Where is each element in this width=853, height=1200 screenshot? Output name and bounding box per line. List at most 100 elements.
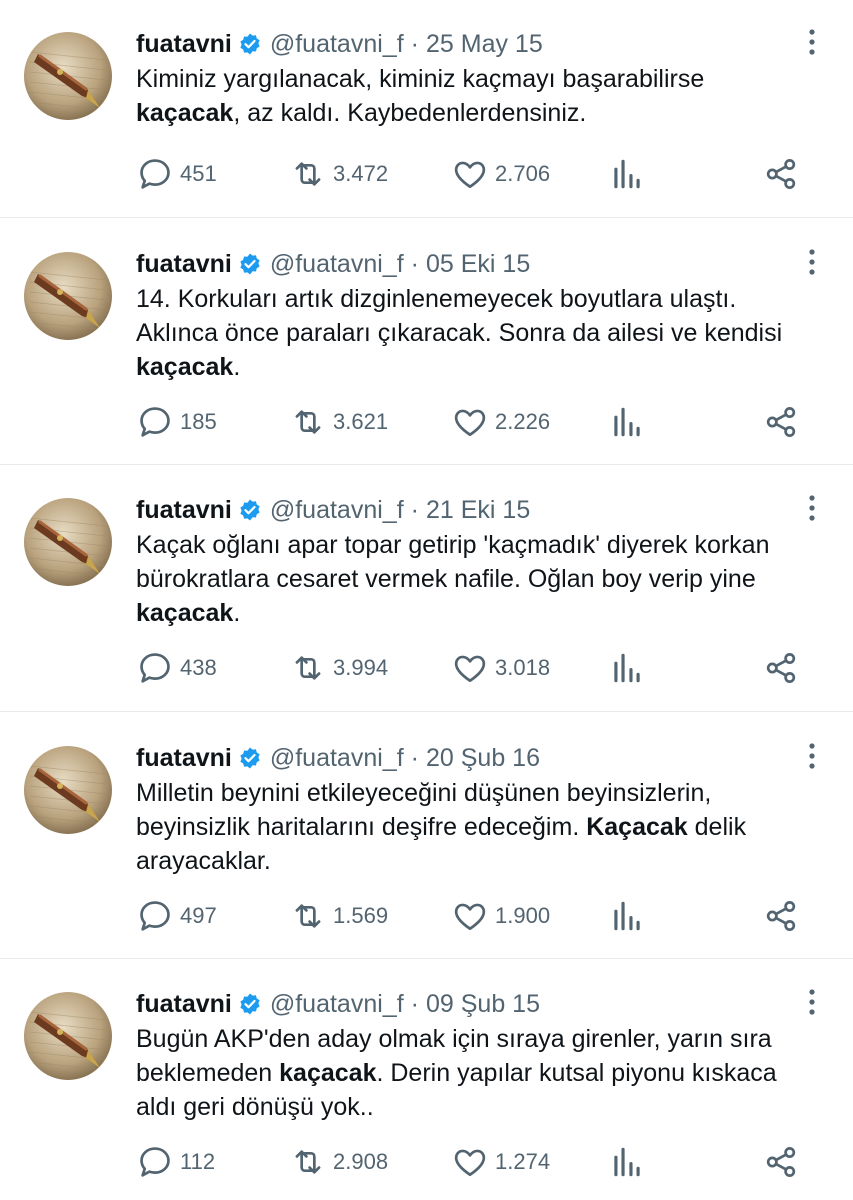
tweet-date[interactable]: 05 Eki 15	[426, 250, 530, 279]
tweet-feed: fuatavni @fuatavni_f · 25 May 15 Kiminiz yar…	[0, 0, 853, 1200]
verified-badge-icon	[240, 747, 260, 769]
text-segment: .	[233, 353, 241, 381]
share-button[interactable]	[762, 402, 806, 442]
reply-button[interactable]: 451	[136, 154, 217, 194]
author-name[interactable]: fuatavni	[136, 990, 232, 1019]
like-button-count: 1.274	[495, 1149, 551, 1174]
author-handle[interactable]: @fuatavni_f	[270, 744, 404, 773]
like-button[interactable]: 3.018	[451, 648, 550, 688]
tweet-date[interactable]: 09 Şub 15	[426, 990, 540, 1019]
tweet-text: Kaçak oğlanı apar topar getirip 'kaçmadı…	[136, 528, 826, 630]
reply-button-count: 451	[180, 161, 217, 186]
views-button[interactable]	[608, 1142, 652, 1182]
like-button[interactable]: 2.226	[451, 402, 550, 442]
like-icon	[454, 409, 486, 437]
avatar[interactable]	[24, 498, 112, 586]
like-button-count: 2.706	[495, 161, 551, 186]
tweet[interactable]: fuatavni @fuatavni_f · 05 Eki 15 14. Korkula…	[0, 238, 853, 438]
retweet-button[interactable]: 3.472	[289, 154, 388, 194]
share-icon	[766, 901, 796, 931]
like-icon	[454, 903, 486, 931]
more-icon[interactable]	[807, 494, 817, 524]
retweet-button-count: 3.472	[333, 161, 389, 186]
author-handle[interactable]: @fuatavni_f	[270, 30, 404, 59]
reply-icon	[140, 653, 170, 683]
tweet-text-line: beklemeden kaçacak. Derin yapılar kutsal…	[136, 1056, 826, 1090]
like-button[interactable]: 2.706	[451, 154, 550, 194]
tweet-actions: 438 3.994 3.018	[136, 648, 806, 688]
highlighted-keyword: Kaçacak	[586, 813, 688, 841]
share-icon	[766, 407, 796, 437]
avatar[interactable]	[24, 252, 112, 340]
avatar[interactable]	[24, 746, 112, 834]
text-segment: Kiminiz yargılanacak, kiminiz kaçmayı ba…	[136, 65, 705, 93]
text-segment: Bugün AKP'den aday olmak için sıraya gir…	[136, 1025, 772, 1053]
more-icon[interactable]	[807, 28, 817, 58]
text-segment: . Derin yapılar kutsal piyonu kıskaca	[376, 1059, 777, 1087]
separator-dot: ·	[410, 743, 419, 772]
author-name[interactable]: fuatavni	[136, 496, 232, 525]
reply-icon	[140, 407, 170, 437]
author-name[interactable]: fuatavni	[136, 250, 232, 279]
separator-dot: ·	[410, 29, 419, 58]
tweet-header: fuatavni @fuatavni_f · 09 Şub 15	[136, 988, 540, 1020]
tweet-text-line: Kiminiz yargılanacak, kiminiz kaçmayı ba…	[136, 62, 826, 96]
tweet-text-line: kaçacak.	[136, 596, 826, 630]
tweet-actions: 112 2.908 1.274	[136, 1142, 806, 1182]
tweet-text-line: arayacaklar.	[136, 844, 826, 878]
views-icon	[614, 407, 640, 437]
more-icon[interactable]	[807, 988, 817, 1018]
avatar[interactable]	[24, 32, 112, 120]
author-handle[interactable]: @fuatavni_f	[270, 250, 404, 279]
tweet[interactable]: fuatavni @fuatavni_f · 09 Şub 15 Bugün AKP'd…	[0, 978, 853, 1178]
verified-badge-icon	[240, 33, 260, 55]
share-button[interactable]	[762, 154, 806, 194]
like-button[interactable]: 1.900	[451, 896, 550, 936]
tweet-date[interactable]: 20 Şub 16	[426, 744, 540, 773]
divider	[0, 958, 853, 959]
views-button[interactable]	[608, 896, 652, 936]
tweet-date[interactable]: 25 May 15	[426, 30, 543, 59]
tweet[interactable]: fuatavni @fuatavni_f · 25 May 15 Kiminiz yar…	[0, 18, 853, 218]
reply-button[interactable]: 438	[136, 648, 217, 688]
like-button-count: 1.900	[495, 903, 551, 928]
like-button[interactable]: 1.274	[451, 1142, 550, 1182]
retweet-button[interactable]: 1.569	[289, 896, 388, 936]
reply-button[interactable]: 497	[136, 896, 217, 936]
share-button[interactable]	[762, 648, 806, 688]
retweet-button[interactable]: 3.621	[289, 402, 388, 442]
views-button[interactable]	[608, 154, 652, 194]
like-button-count: 2.226	[495, 409, 551, 434]
views-icon	[614, 901, 640, 931]
tweet-text-line: kaçacak.	[136, 350, 826, 384]
reply-button[interactable]: 185	[136, 402, 217, 442]
author-name[interactable]: fuatavni	[136, 30, 232, 59]
tweet-actions: 451 3.472 2.706	[136, 154, 806, 194]
retweet-icon	[295, 1150, 321, 1174]
views-button[interactable]	[608, 402, 652, 442]
more-icon[interactable]	[807, 248, 817, 278]
author-name[interactable]: fuatavni	[136, 744, 232, 773]
separator-dot: ·	[410, 495, 419, 524]
retweet-button[interactable]: 2.908	[289, 1142, 388, 1182]
share-button[interactable]	[762, 896, 806, 936]
views-icon	[614, 159, 640, 189]
reply-button[interactable]: 112	[136, 1142, 215, 1182]
author-handle[interactable]: @fuatavni_f	[270, 990, 404, 1019]
tweet[interactable]: fuatavni @fuatavni_f · 20 Şub 16 Milletin be…	[0, 732, 853, 932]
tweet-header: fuatavni @fuatavni_f · 20 Şub 16	[136, 742, 540, 774]
tweet-date[interactable]: 21 Eki 15	[426, 496, 530, 525]
retweet-button[interactable]: 3.994	[289, 648, 388, 688]
text-segment: beyinsizlik haritalarını deşifre edeceği…	[136, 813, 587, 841]
avatar[interactable]	[24, 992, 112, 1080]
more-icon[interactable]	[807, 742, 817, 772]
share-button[interactable]	[762, 1142, 806, 1182]
tweet-header: fuatavni @fuatavni_f · 05 Eki 15	[136, 248, 530, 280]
share-icon	[766, 653, 796, 683]
reply-icon	[140, 901, 170, 931]
text-segment: , az kaldı. Kaybedenlerdensiniz.	[233, 99, 587, 127]
reply-icon	[140, 1147, 170, 1177]
views-button[interactable]	[608, 648, 652, 688]
tweet[interactable]: fuatavni @fuatavni_f · 21 Eki 15 Kaçak oğlan…	[0, 484, 853, 684]
author-handle[interactable]: @fuatavni_f	[270, 496, 404, 525]
